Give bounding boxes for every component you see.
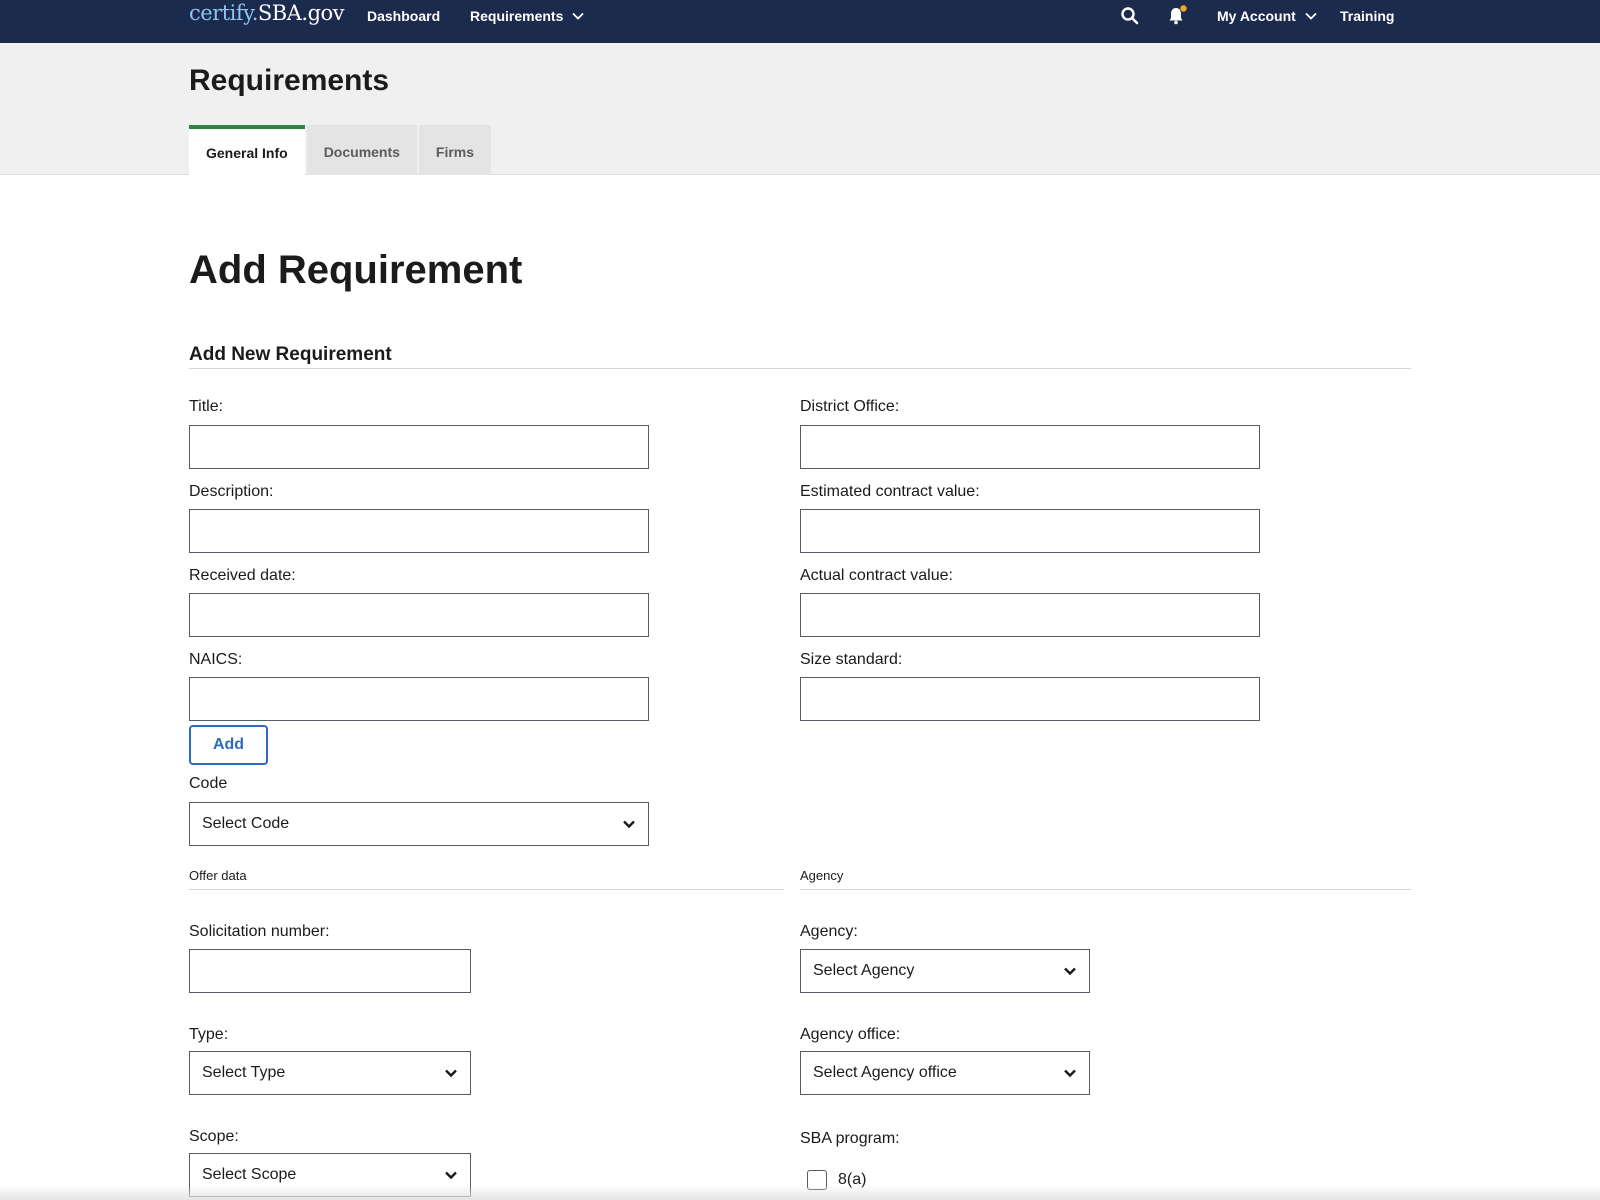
nav-training-link[interactable]: Training (1340, 8, 1394, 24)
solicitation-number-input[interactable] (189, 949, 471, 993)
chevron-down-icon (445, 1171, 457, 1180)
actual-contract-value-label: Actual contract value: (800, 567, 953, 584)
description-input[interactable] (189, 509, 649, 553)
nav-my-account-label: My Account (1217, 8, 1296, 24)
agency-office-label: Agency office: (800, 1026, 901, 1043)
notification-bell-icon[interactable] (1166, 5, 1188, 27)
logo-part-sba: SBA.gov (257, 1, 345, 25)
chevron-down-icon (445, 1069, 457, 1078)
chevron-down-icon (623, 820, 635, 829)
estimated-contract-value-label: Estimated contract value: (800, 483, 980, 500)
estimated-contract-value-input[interactable] (800, 509, 1260, 553)
agency-divider (800, 889, 1411, 890)
agency-label: Agency: (800, 923, 858, 940)
scope-label: Scope: (189, 1128, 239, 1145)
size-standard-input[interactable] (800, 677, 1260, 721)
page-title: Requirements (189, 64, 390, 97)
chevron-down-icon (1064, 1069, 1076, 1078)
actual-contract-value-input[interactable] (800, 593, 1260, 637)
code-label: Code (189, 775, 228, 792)
add-naics-button[interactable]: Add (189, 725, 268, 765)
scroll-fade (0, 1185, 1600, 1200)
chevron-down-icon (572, 12, 584, 20)
nav-dashboard-link[interactable]: Dashboard (367, 8, 440, 24)
notification-dot (1180, 5, 1187, 12)
chevron-down-icon (1064, 967, 1076, 976)
nav-requirements-label: Requirements (470, 8, 564, 24)
agency-office-select-value: Select Agency office (813, 1064, 957, 1081)
nav-training-label: Training (1340, 8, 1395, 24)
nav-dashboard-label: Dashboard (367, 8, 441, 24)
title-label: Title: (189, 398, 224, 415)
description-label: Description: (189, 483, 274, 500)
nav-requirements-menu[interactable]: Requirements (470, 8, 585, 24)
section-title: Add New Requirement (189, 344, 392, 365)
agency-select-value: Select Agency (813, 962, 915, 979)
form-heading: Add Requirement (189, 248, 523, 292)
tab-bar: General Info Documents Firms (189, 125, 493, 176)
sba-program-label: SBA program: (800, 1130, 900, 1147)
offer-data-divider (189, 889, 784, 890)
logo-part-certify: certify. (189, 1, 258, 25)
district-office-input[interactable] (800, 425, 1260, 469)
agency-legend: Agency (800, 868, 844, 883)
top-nav: certify.SBA.gov Dashboard Requirements M… (0, 0, 1600, 43)
title-input[interactable] (189, 425, 649, 469)
offer-data-legend: Offer data (189, 868, 247, 883)
tab-firms[interactable]: Firms (418, 125, 492, 175)
tab-general-info[interactable]: General Info (189, 125, 305, 176)
code-select-value: Select Code (202, 815, 290, 832)
search-icon[interactable] (1120, 6, 1140, 26)
size-standard-label: Size standard: (800, 651, 903, 668)
type-select[interactable]: Select Type (189, 1051, 471, 1095)
solicitation-number-label: Solicitation number: (189, 923, 330, 940)
district-office-label: District Office: (800, 398, 900, 415)
type-label: Type: (189, 1026, 229, 1043)
scope-select-value: Select Scope (202, 1166, 297, 1183)
nav-my-account-menu[interactable]: My Account (1217, 8, 1318, 24)
site-logo[interactable]: certify.SBA.gov (189, 1, 345, 25)
code-select[interactable]: Select Code (189, 802, 649, 846)
agency-office-select[interactable]: Select Agency office (800, 1051, 1090, 1095)
agency-select[interactable]: Select Agency (800, 949, 1090, 993)
type-select-value: Select Type (202, 1064, 286, 1081)
tab-documents[interactable]: Documents (306, 125, 417, 175)
naics-label: NAICS: (189, 651, 243, 668)
chevron-down-icon (1305, 12, 1317, 20)
received-date-label: Received date: (189, 567, 296, 584)
naics-input[interactable] (189, 677, 649, 721)
received-date-input[interactable] (189, 593, 649, 637)
section-divider (189, 368, 1411, 369)
